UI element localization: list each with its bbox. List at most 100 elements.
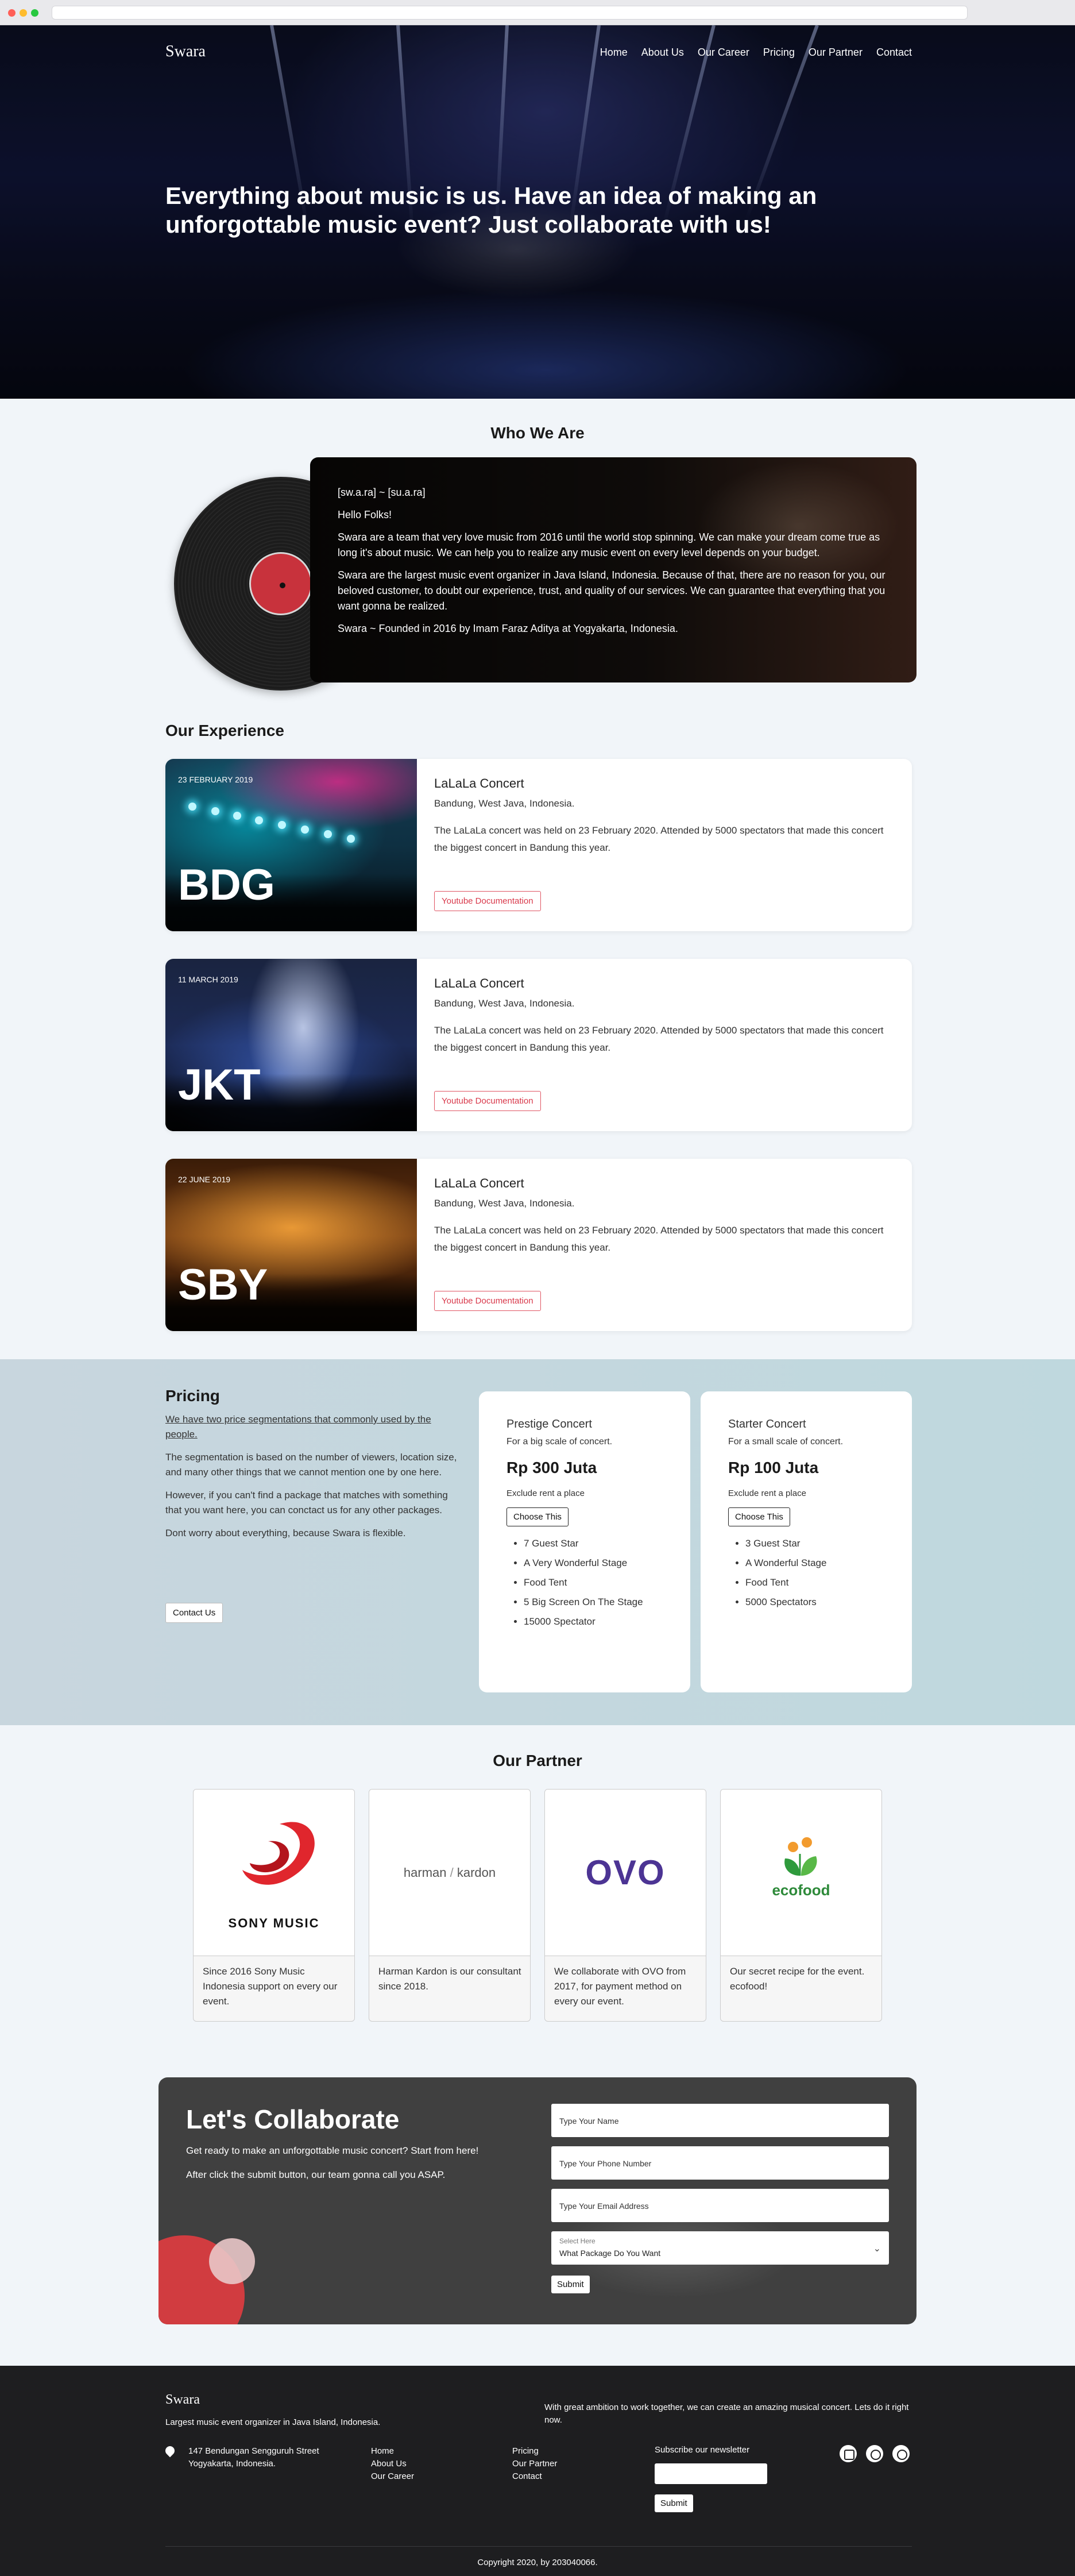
- vinyl-hole: [280, 583, 285, 588]
- email-field[interactable]: Type Your Email Address: [551, 2189, 889, 2222]
- select-value: What Package Do You Want: [559, 2249, 661, 2258]
- plan-feature: 3 Guest Star: [745, 1538, 895, 1549]
- plan-exclusion: Exclude rent a place: [506, 1488, 585, 1498]
- whatsapp-icon[interactable]: [866, 2445, 883, 2462]
- minimize-window-icon[interactable]: [20, 9, 27, 17]
- event-name: LaLaLa Concert: [434, 1176, 524, 1190]
- nav-pricing[interactable]: Pricing: [763, 47, 795, 59]
- plan-feature: A Wonderful Stage: [745, 1557, 895, 1569]
- experience-card: 23 FEBRUARY 2019 BDG LaLaLa Concert Band…: [165, 759, 912, 931]
- ecofood-logo: ecofood: [721, 1790, 881, 1956]
- founded-note: Swara ~ Founded in 2016 by Imam Faraz Ad…: [338, 623, 678, 634]
- hero-text-bold: music: [369, 182, 439, 209]
- decorative-circle: [209, 2238, 255, 2284]
- maximize-window-icon[interactable]: [31, 9, 38, 17]
- event-location: Bandung, West Java, Indonesia.: [434, 998, 575, 1009]
- submit-button[interactable]: Submit: [551, 2276, 590, 2293]
- address-line: 147 Bendungan Sengguruh Street: [188, 2446, 319, 2456]
- experience-body: LaLaLa Concert Bandung, West Java, Indon…: [434, 1176, 888, 1256]
- ovo-wordmark: OVO: [585, 1853, 666, 1892]
- youtube-documentation-button[interactable]: Youtube Documentation: [434, 1291, 541, 1311]
- instagram-icon[interactable]: [892, 2445, 910, 2462]
- select-caption: Select Here: [559, 2237, 595, 2245]
- contact-us-button[interactable]: Contact Us: [165, 1603, 223, 1623]
- pricing-paragraph: We have two price segmentations that com…: [165, 1414, 431, 1440]
- kardon-wordmark: kardon: [457, 1865, 496, 1880]
- address-bar[interactable]: [52, 6, 968, 20]
- choose-plan-button[interactable]: Choose This: [728, 1507, 790, 1526]
- harman-kardon-logo: harman / kardon: [369, 1790, 530, 1956]
- event-description: The LaLaLa concert was held on 23 Februa…: [434, 1225, 884, 1253]
- concert-image: 22 JUNE 2019 SBY: [165, 1159, 417, 1331]
- stage-light: [211, 807, 219, 815]
- vinyl-label: [249, 552, 312, 615]
- pricing-title: Pricing: [165, 1387, 220, 1405]
- who-we-are-title: Who We Are: [490, 424, 585, 442]
- experience-body: LaLaLa Concert Bandung, West Java, Indon…: [434, 776, 888, 857]
- city-code: JKT: [178, 1061, 261, 1109]
- newsletter-input[interactable]: [655, 2463, 767, 2484]
- nav-home[interactable]: Home: [600, 47, 628, 59]
- stage-light: [188, 803, 196, 811]
- collaborate-paragraph: Get ready to make an unforgottable music…: [186, 2145, 479, 2156]
- experience-title: Our Experience: [165, 722, 284, 739]
- event-description: The LaLaLa concert was held on 23 Februa…: [434, 1025, 884, 1053]
- nav-our-partner[interactable]: Our Partner: [809, 47, 863, 59]
- nav-about-us[interactable]: About Us: [641, 47, 684, 59]
- partner-card-ecofood: ecofood Our secret recipe for the event.…: [720, 1789, 882, 2022]
- youtube-documentation-button[interactable]: Youtube Documentation: [434, 1091, 541, 1111]
- concert-image: 23 FEBRUARY 2019 BDG: [165, 759, 417, 931]
- partner-description: Harman Kardon is our consultant since 20…: [378, 1966, 521, 1992]
- experience-body: LaLaLa Concert Bandung, West Java, Indon…: [434, 976, 888, 1056]
- package-select[interactable]: Select Here What Package Do You Want ⌄: [551, 2231, 889, 2265]
- price-card-body: Prestige Concert For a big scale of conc…: [506, 1418, 673, 1636]
- stage-light: [301, 826, 309, 834]
- price-card-prestige: Prestige Concert For a big scale of conc…: [479, 1391, 690, 1692]
- footer-address: 147 Bendungan Sengguruh Street Yogyakart…: [163, 2444, 319, 2470]
- sony-music-wordmark: SONY MUSIC: [229, 1916, 320, 1930]
- footer-brand: Swara: [165, 2392, 200, 2407]
- hero-headline: Everything about music is us. Have an id…: [165, 182, 912, 239]
- youtube-icon[interactable]: [840, 2445, 857, 2462]
- ecofood-wordmark: ecofood: [772, 1881, 830, 1899]
- footer-link-home[interactable]: Home: [371, 2445, 414, 2458]
- plan-name: Starter Concert: [728, 1418, 806, 1430]
- ecofood-leaf-icon: [784, 1837, 817, 1876]
- chevron-down-icon: ⌄: [873, 2244, 881, 2254]
- event-location: Bandung, West Java, Indonesia.: [434, 1198, 575, 1209]
- collaborate-paragraph: After click the submit button, our team …: [186, 2169, 446, 2180]
- nav-our-career[interactable]: Our Career: [698, 47, 749, 59]
- youtube-documentation-button[interactable]: Youtube Documentation: [434, 891, 541, 911]
- city-code: SBY: [178, 1260, 268, 1309]
- price-card-starter: Starter Concert For a small scale of con…: [701, 1391, 912, 1692]
- stage-light: [278, 821, 286, 829]
- plan-price: Rp 300 Juta: [506, 1459, 597, 1476]
- footer-link-pricing[interactable]: Pricing: [512, 2445, 557, 2458]
- hero-section: Swara Home About Us Our Career Pricing O…: [0, 25, 1075, 399]
- partner-description: Since 2016 Sony Music Indonesia support …: [203, 1966, 338, 2007]
- partner-description: We collaborate with OVO from 2017, for p…: [554, 1966, 686, 2007]
- experience-card: 22 JUNE 2019 SBY LaLaLa Concert Bandung,…: [165, 1159, 912, 1331]
- phone-field[interactable]: Type Your Phone Number: [551, 2146, 889, 2180]
- plan-subtitle: For a big scale of concert.: [506, 1437, 613, 1447]
- footer-link-our-career[interactable]: Our Career: [371, 2470, 414, 2483]
- footer-link-contact[interactable]: Contact: [512, 2470, 557, 2483]
- plan-feature: Food Tent: [524, 1577, 673, 1588]
- event-date: 11 MARCH 2019: [178, 975, 238, 984]
- sony-music-logo: SONY MUSIC: [194, 1790, 354, 1956]
- close-window-icon[interactable]: [8, 9, 16, 17]
- plan-subtitle: For a small scale of concert.: [728, 1437, 844, 1447]
- sony-swirl-icon: SONY MUSIC: [229, 1822, 320, 1930]
- name-field[interactable]: Type Your Name: [551, 2104, 889, 2137]
- choose-plan-button[interactable]: Choose This: [506, 1507, 569, 1526]
- footer-tagline: Largest music event organizer in Java Is…: [165, 2417, 381, 2427]
- footer-link-about-us[interactable]: About Us: [371, 2458, 414, 2470]
- event-description: The LaLaLa concert was held on 23 Februa…: [434, 825, 884, 853]
- nav-contact[interactable]: Contact: [876, 47, 912, 59]
- plan-feature: Food Tent: [745, 1577, 895, 1588]
- about-paragraph: Swara are a team that very love music fr…: [338, 531, 880, 558]
- brand-logo[interactable]: Swara: [165, 43, 206, 61]
- pricing-paragraph: However, if you can't find a package tha…: [165, 1490, 448, 1515]
- newsletter-submit-button[interactable]: Submit: [655, 2494, 693, 2512]
- footer-link-our-partner[interactable]: Our Partner: [512, 2458, 557, 2470]
